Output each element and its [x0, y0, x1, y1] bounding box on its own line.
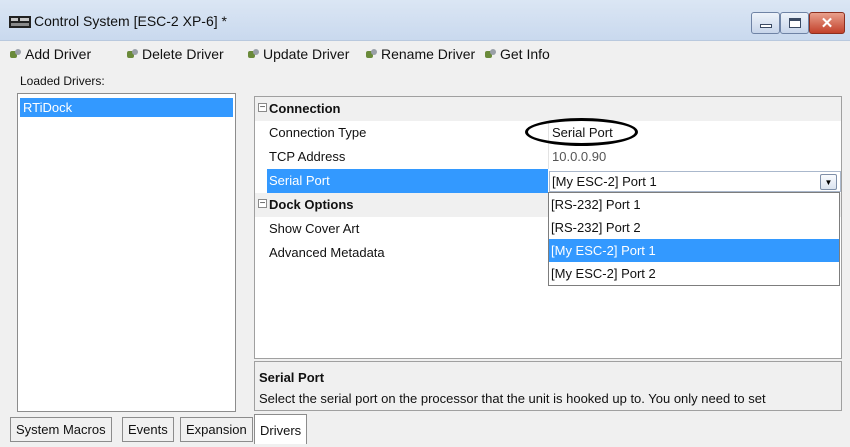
tab-events[interactable]: Events [122, 417, 174, 442]
dropdown-option[interactable]: [My ESC-2] Port 2 [549, 262, 839, 285]
driver-list[interactable]: RTiDock [17, 93, 236, 412]
rename-driver-button[interactable]: Rename Driver [366, 46, 475, 62]
add-driver-button[interactable]: Add Driver [10, 46, 91, 62]
column-divider [548, 145, 549, 169]
property-name: Connection Type [269, 125, 367, 140]
update-driver-button[interactable]: Update Driver [248, 46, 349, 62]
dropdown-option[interactable]: [RS-232] Port 2 [549, 216, 839, 239]
add-driver-label: Add Driver [25, 46, 92, 62]
category-connection[interactable]: − Connection [255, 97, 841, 121]
dropdown-option-selected[interactable]: [My ESC-2] Port 1 [549, 239, 839, 262]
description-panel: Serial Port Select the serial port on th… [254, 361, 842, 411]
tab-expansion[interactable]: Expansion [180, 417, 253, 442]
property-row-connection-type[interactable]: Connection Type Serial Port [255, 118, 841, 146]
collapse-icon[interactable]: − [258, 103, 267, 113]
loaded-drivers-label: Loaded Drivers: [20, 74, 105, 88]
get-info-icon [485, 48, 497, 60]
rename-driver-icon [366, 48, 378, 60]
category-label: Dock Options [269, 197, 354, 212]
minimize-icon [759, 24, 772, 28]
update-driver-icon [248, 48, 260, 60]
serial-port-options-list[interactable]: [RS-232] Port 1 [RS-232] Port 2 [My ESC-… [548, 192, 840, 286]
title-bar: Control System [ESC-2 XP-6] * ✕ [0, 0, 850, 41]
get-info-label: Get Info [500, 46, 550, 62]
get-info-button[interactable]: Get Info [485, 46, 550, 62]
maximize-button[interactable] [780, 12, 809, 34]
dropdown-value: [My ESC-2] Port 1 [552, 174, 657, 189]
collapse-icon[interactable]: − [258, 199, 267, 209]
property-name: Advanced Metadata [269, 245, 385, 260]
delete-driver-button[interactable]: Delete Driver [127, 46, 224, 62]
delete-driver-label: Delete Driver [142, 46, 224, 62]
category-label: Connection [269, 101, 341, 116]
description-text: Select the serial port on the processor … [259, 391, 766, 406]
highlight-oval [525, 118, 638, 146]
minimize-button[interactable] [751, 12, 780, 34]
close-button[interactable]: ✕ [809, 12, 845, 34]
driver-list-item[interactable]: RTiDock [20, 98, 233, 117]
property-name: TCP Address [269, 149, 346, 164]
update-driver-label: Update Driver [263, 46, 350, 62]
property-name: Show Cover Art [269, 221, 360, 236]
property-row-tcp-address[interactable]: TCP Address 10.0.0.90 [255, 145, 841, 169]
delete-driver-icon [127, 48, 139, 60]
maximize-icon [788, 18, 801, 28]
rename-driver-label: Rename Driver [381, 46, 476, 62]
property-value[interactable]: 10.0.0.90 [552, 149, 606, 164]
toolbar: Add Driver Delete Driver Update Driver R… [0, 43, 850, 69]
property-name: Serial Port [269, 173, 330, 188]
app-icon [9, 16, 31, 28]
dropdown-arrow-icon[interactable]: ▼ [820, 174, 837, 190]
property-row-serial-port[interactable]: Serial Port [My ESC-2] Port 1 ▼ [255, 169, 841, 193]
window-title: Control System [ESC-2 XP-6] * [34, 13, 227, 29]
add-driver-icon [10, 48, 22, 60]
tab-drivers[interactable]: Drivers [254, 414, 308, 444]
dropdown-option[interactable]: [RS-232] Port 1 [549, 193, 839, 216]
description-title: Serial Port [259, 370, 325, 385]
serial-port-dropdown[interactable]: [My ESC-2] Port 1 ▼ [549, 171, 841, 192]
tab-system-macros[interactable]: System Macros [10, 417, 112, 442]
close-icon: ✕ [820, 14, 834, 32]
